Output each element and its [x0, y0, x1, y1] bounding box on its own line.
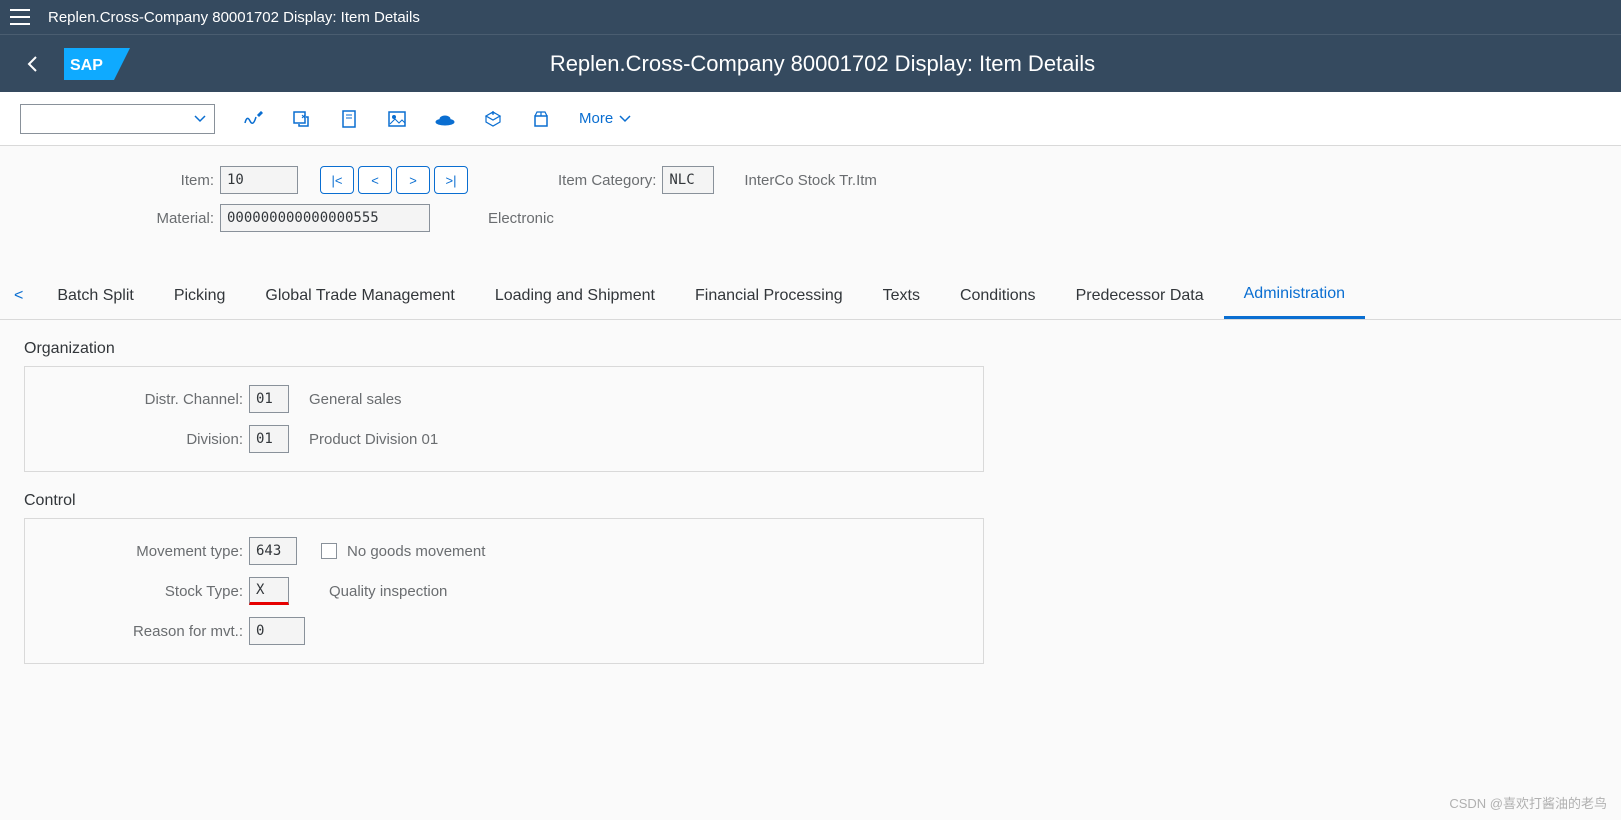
prev-button[interactable]: < — [358, 166, 392, 194]
item-category-text: InterCo Stock Tr.Itm — [744, 172, 877, 189]
no-goods-checkbox[interactable] — [321, 543, 337, 559]
item-header-form: Item: |< < > >| Item Category: InterCo S… — [0, 146, 1621, 252]
tab-strip: < Batch Split Picking Global Trade Manag… — [0, 272, 1621, 320]
tab-financial-processing[interactable]: Financial Processing — [675, 272, 863, 319]
item-category-field[interactable] — [662, 166, 714, 194]
organization-box: Distr. Channel: General sales Division: … — [24, 366, 984, 472]
organization-title: Organization — [24, 340, 1597, 358]
next-button[interactable]: > — [396, 166, 430, 194]
control-section: Control Movement type: No goods movement… — [0, 492, 1621, 684]
division-label: Division: — [35, 431, 249, 448]
distr-channel-text: General sales — [309, 391, 402, 408]
material-label: Material: — [20, 210, 220, 227]
organization-section: Organization Distr. Channel: General sal… — [0, 320, 1621, 492]
window-title: Replen.Cross-Company 80001702 Display: I… — [48, 9, 420, 26]
package-icon[interactable] — [531, 109, 551, 129]
toolbar-select[interactable] — [20, 104, 215, 134]
more-button[interactable]: More — [579, 110, 631, 127]
distr-channel-field[interactable] — [249, 385, 289, 413]
movement-type-label: Movement type: — [35, 543, 249, 560]
hamburger-icon[interactable] — [10, 9, 30, 25]
stock-type-field[interactable] — [249, 577, 289, 605]
tab-texts[interactable]: Texts — [863, 272, 940, 319]
copy-icon[interactable] — [291, 109, 311, 129]
more-label: More — [579, 110, 613, 127]
watermark: CSDN @喜欢打酱油的老鸟 — [1449, 793, 1607, 812]
svg-text:SAP: SAP — [70, 57, 103, 74]
tab-conditions[interactable]: Conditions — [940, 272, 1056, 319]
tab-loading-shipment[interactable]: Loading and Shipment — [475, 272, 675, 319]
reason-mvt-field[interactable] — [249, 617, 305, 645]
hat-icon[interactable] — [435, 109, 455, 129]
box-icon[interactable] — [483, 109, 503, 129]
material-text: Electronic — [488, 210, 554, 227]
tab-batch-split[interactable]: Batch Split — [37, 272, 153, 319]
item-label: Item: — [20, 172, 220, 189]
last-button[interactable]: >| — [434, 166, 468, 194]
sap-logo: SAP — [64, 48, 130, 80]
page-title: Replen.Cross-Company 80001702 Display: I… — [130, 51, 1515, 77]
reason-mvt-label: Reason for mvt.: — [35, 623, 249, 640]
division-field[interactable] — [249, 425, 289, 453]
first-button[interactable]: |< — [320, 166, 354, 194]
signature-icon[interactable] — [243, 109, 263, 129]
tab-global-trade[interactable]: Global Trade Management — [245, 272, 474, 319]
control-title: Control — [24, 492, 1597, 510]
back-button[interactable] — [20, 52, 44, 76]
toolbar: More — [0, 92, 1621, 146]
tab-scroll-left-icon[interactable]: < — [14, 287, 23, 305]
no-goods-label: No goods movement — [347, 543, 485, 560]
top-bar: Replen.Cross-Company 80001702 Display: I… — [0, 0, 1621, 34]
tab-picking[interactable]: Picking — [154, 272, 246, 319]
image-icon[interactable] — [387, 109, 407, 129]
stock-type-text: Quality inspection — [329, 583, 447, 600]
division-text: Product Division 01 — [309, 431, 438, 448]
control-box: Movement type: No goods movement Stock T… — [24, 518, 984, 664]
item-category-label: Item Category: — [558, 172, 662, 189]
item-field[interactable] — [220, 166, 298, 194]
movement-type-field[interactable] — [249, 537, 297, 565]
item-nav-buttons: |< < > >| — [320, 166, 468, 194]
header-bar: SAP Replen.Cross-Company 80001702 Displa… — [0, 34, 1621, 92]
document-icon[interactable] — [339, 109, 359, 129]
tab-predecessor-data[interactable]: Predecessor Data — [1056, 272, 1224, 319]
material-field[interactable] — [220, 204, 430, 232]
distr-channel-label: Distr. Channel: — [35, 391, 249, 408]
stock-type-label: Stock Type: — [35, 583, 249, 600]
tab-administration[interactable]: Administration — [1224, 272, 1365, 319]
